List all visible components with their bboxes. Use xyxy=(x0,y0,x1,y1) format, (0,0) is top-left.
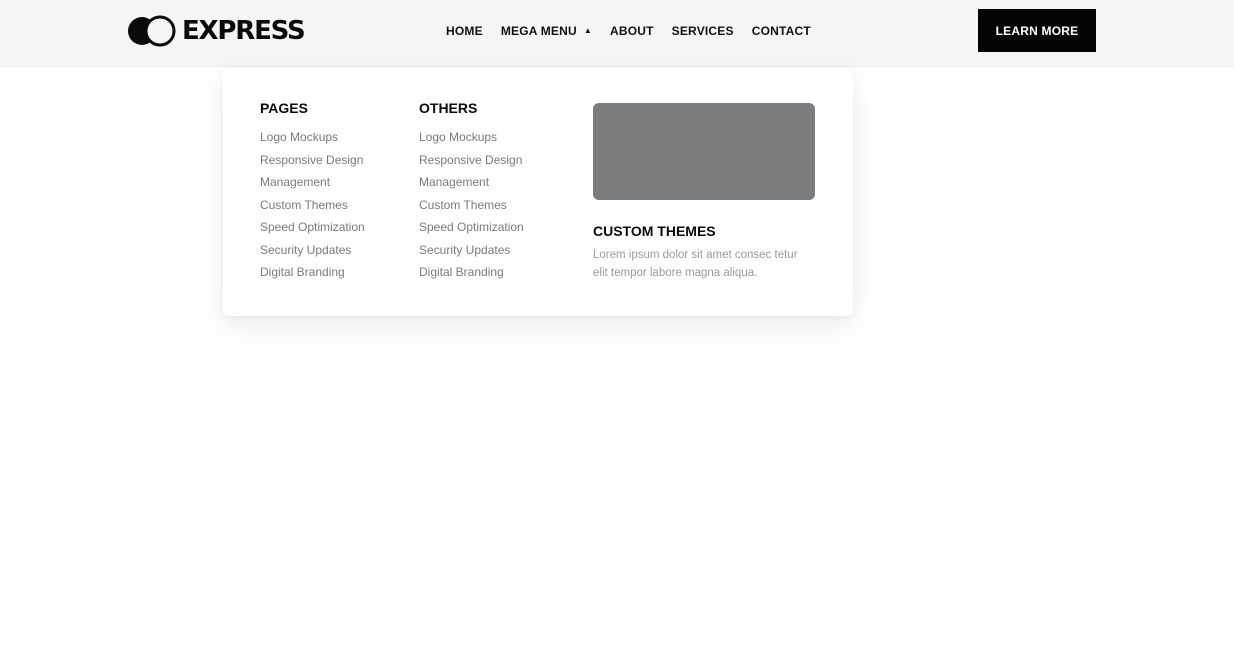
logo[interactable]: EXPRESS xyxy=(128,14,306,47)
pages-heading: PAGES xyxy=(260,100,308,116)
nav-mega-menu[interactable]: MEGA MENU ▲ xyxy=(501,22,592,40)
pages-link-digital-branding[interactable]: Digital Branding xyxy=(260,265,365,288)
mega-menu-pages-column: PAGES Logo Mockups Responsive Design Man… xyxy=(260,100,365,288)
others-list: Logo Mockups Responsive Design Managemen… xyxy=(419,130,524,288)
nav-home-label: HOME xyxy=(446,24,483,38)
pages-link-management[interactable]: Management xyxy=(260,175,365,198)
others-heading: OTHERS xyxy=(419,100,478,116)
others-link-speed-optimization[interactable]: Speed Optimization xyxy=(419,220,524,243)
site-header: EXPRESS HOME MEGA MENU ▲ ABOUT SERVICES … xyxy=(0,0,1234,67)
nav-contact[interactable]: CONTACT xyxy=(752,22,811,40)
logo-text: EXPRESS xyxy=(182,15,306,46)
caret-up-icon: ▲ xyxy=(583,25,592,35)
nav-home[interactable]: HOME xyxy=(446,22,483,40)
feature-card: CUSTOM THEMES Lorem ipsum dolor sit amet… xyxy=(593,103,815,282)
mega-menu-dropdown: PAGES Logo Mockups Responsive Design Man… xyxy=(223,68,853,316)
feature-image-placeholder[interactable] xyxy=(593,103,815,200)
pages-link-logo-mockups[interactable]: Logo Mockups xyxy=(260,130,365,153)
pages-list: Logo Mockups Responsive Design Managemen… xyxy=(260,130,365,288)
nav-contact-label: CONTACT xyxy=(751,24,811,38)
pages-link-security-updates[interactable]: Security Updates xyxy=(260,243,365,266)
main-nav: HOME MEGA MENU ▲ ABOUT SERVICES CONTACT xyxy=(446,22,829,40)
pages-link-custom-themes[interactable]: Custom Themes xyxy=(260,198,365,221)
learn-more-button[interactable]: LEARN MORE xyxy=(978,9,1096,52)
nav-about[interactable]: ABOUT xyxy=(610,22,654,40)
feature-title[interactable]: CUSTOM THEMES xyxy=(593,222,815,240)
others-link-responsive-design[interactable]: Responsive Design xyxy=(419,153,524,176)
others-link-custom-themes[interactable]: Custom Themes xyxy=(419,198,524,221)
others-link-logo-mockups[interactable]: Logo Mockups xyxy=(419,130,524,153)
nav-about-label: ABOUT xyxy=(609,24,654,38)
mega-menu-others-column: OTHERS Logo Mockups Responsive Design Ma… xyxy=(419,100,524,288)
pages-link-responsive-design[interactable]: Responsive Design xyxy=(260,153,365,176)
pages-link-speed-optimization[interactable]: Speed Optimization xyxy=(260,220,365,243)
express-logo-icon xyxy=(128,15,176,46)
others-link-digital-branding[interactable]: Digital Branding xyxy=(419,265,524,288)
others-link-management[interactable]: Management xyxy=(419,175,524,198)
nav-mega-menu-label: MEGA MENU xyxy=(500,24,577,38)
feature-description: Lorem ipsum dolor sit amet consec tetur … xyxy=(593,249,798,279)
nav-services-label: SERVICES xyxy=(671,24,734,38)
nav-services[interactable]: SERVICES xyxy=(672,22,734,40)
others-link-security-updates[interactable]: Security Updates xyxy=(419,243,524,266)
